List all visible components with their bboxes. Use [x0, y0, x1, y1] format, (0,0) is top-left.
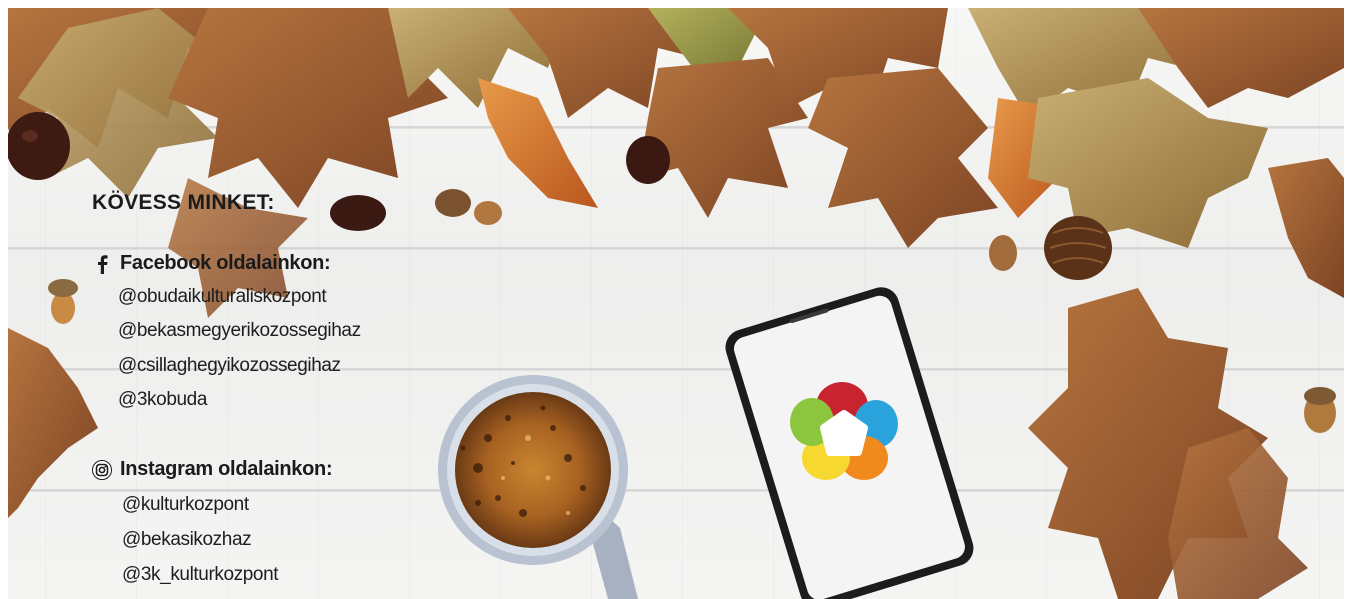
coffee-cup	[438, 375, 638, 599]
facebook-handle[interactable]: @bekasmegyerikozossegihaz	[118, 320, 361, 342]
facebook-handle[interactable]: @obudaikulturaliskozpont	[118, 286, 327, 308]
facebook-icon	[92, 254, 112, 274]
facebook-handle[interactable]: @3kobuda	[118, 389, 207, 411]
facebook-title: Facebook oldalainkon:	[120, 252, 331, 274]
flower-logo	[790, 382, 898, 480]
facebook-handle[interactable]: @csillaghegyikozossegihaz	[118, 355, 341, 377]
instagram-icon	[92, 459, 112, 480]
instagram-handle[interactable]: @bekasikozhaz	[122, 529, 252, 551]
instagram-handle[interactable]: @kulturkozpont	[122, 494, 249, 516]
page-heading: KÖVESS MINKET:	[92, 191, 275, 214]
instagram-title: Instagram oldalainkon:	[120, 458, 333, 480]
facebook-section-title: Facebook oldalainkon:	[92, 252, 331, 275]
leaf-cluster-right	[1028, 288, 1308, 599]
instagram-handle[interactable]: @3k_kulturkozpont	[122, 564, 279, 586]
instagram-section-title: Instagram oldalainkon:	[92, 458, 333, 481]
